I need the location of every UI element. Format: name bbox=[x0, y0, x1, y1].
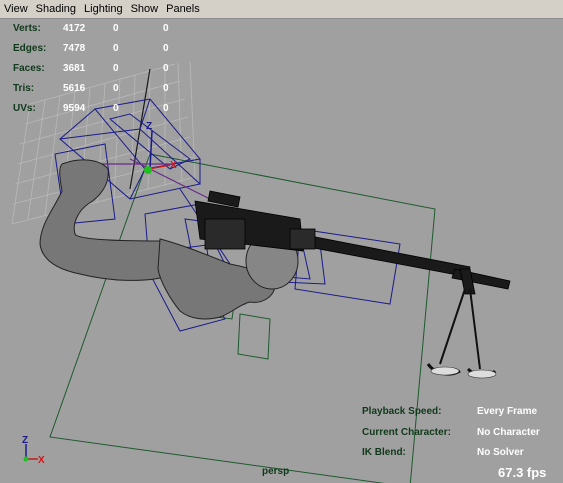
camera-name-label: persp bbox=[262, 466, 290, 477]
hud-tris-row: Tris: 5616 0 0 bbox=[13, 83, 193, 97]
axis-x-label: X bbox=[38, 455, 45, 466]
manip-z-label: Z bbox=[146, 121, 152, 132]
hud-faces-row: Faces: 3681 0 0 bbox=[13, 63, 193, 77]
menu-view[interactable]: View bbox=[0, 0, 32, 18]
hud-uvs-label: UVs: bbox=[13, 103, 36, 114]
axis-z-label: Z bbox=[22, 435, 28, 446]
z-axis-handle bbox=[149, 130, 153, 170]
maya-viewport-panel: View Shading Lighting Show Panels Z X Z … bbox=[0, 0, 563, 483]
hud-current-character-label: Current Character: bbox=[362, 427, 451, 438]
hud-faces-selected: 0 bbox=[113, 63, 119, 74]
hud-edges-label: Edges: bbox=[13, 43, 47, 54]
hud-playback-speed-value: Every Frame bbox=[477, 406, 538, 417]
y-axis-handle bbox=[144, 166, 152, 174]
menu-shading[interactable]: Shading bbox=[32, 0, 80, 18]
bipod-mesh bbox=[426, 288, 497, 378]
fps-counter: 67.3 fps bbox=[498, 465, 547, 480]
hud-verts-extra: 0 bbox=[163, 23, 169, 34]
hud-faces-extra: 0 bbox=[163, 63, 169, 74]
hud-edges-selected: 0 bbox=[113, 43, 119, 54]
hud-playback-speed-label: Playback Speed: bbox=[362, 406, 442, 417]
hud-faces-total: 3681 bbox=[63, 63, 86, 74]
hud-uvs-extra: 0 bbox=[163, 103, 169, 114]
panel-menubar: View Shading Lighting Show Panels bbox=[0, 0, 563, 19]
menu-panels[interactable]: Panels bbox=[162, 0, 204, 18]
hud-edges-row: Edges: 7478 0 0 bbox=[13, 43, 193, 57]
hud-tris-selected: 0 bbox=[113, 83, 119, 94]
hud-verts-label: Verts: bbox=[13, 23, 41, 34]
bipod-feet bbox=[430, 366, 497, 379]
hud-current-character-value: No Character bbox=[477, 427, 540, 438]
menu-show[interactable]: Show bbox=[127, 0, 163, 18]
hud-faces-label: Faces: bbox=[13, 63, 45, 74]
hud-tris-extra: 0 bbox=[163, 83, 169, 94]
hud-ik-blend-value: No Solver bbox=[477, 447, 524, 458]
menu-lighting[interactable]: Lighting bbox=[80, 0, 127, 18]
hud-verts-selected: 0 bbox=[113, 23, 119, 34]
hud-verts-row: Verts: 4172 0 0 bbox=[13, 23, 193, 37]
hud-tris-label: Tris: bbox=[13, 83, 35, 94]
hud-edges-total: 7478 bbox=[63, 43, 86, 54]
hud-ik-blend: IK Blend: No Solver bbox=[362, 447, 562, 461]
hud-uvs-total: 9594 bbox=[63, 103, 86, 114]
hud-edges-extra: 0 bbox=[163, 43, 169, 54]
hud-tris-total: 5616 bbox=[63, 83, 86, 94]
hud-uvs-row: UVs: 9594 0 0 bbox=[13, 103, 193, 117]
hud-playback-speed: Playback Speed: Every Frame bbox=[362, 406, 562, 420]
view-axis-indicator: Z X bbox=[22, 435, 45, 466]
hud-current-character: Current Character: No Character bbox=[362, 427, 562, 441]
hud-verts-total: 4172 bbox=[63, 23, 86, 34]
3d-viewport[interactable]: Z X Z X Verts: 4172 0 0 Edges: 7478 0 0 bbox=[0, 19, 563, 483]
hud-ik-blend-label: IK Blend: bbox=[362, 447, 406, 458]
hud-uvs-selected: 0 bbox=[113, 103, 119, 114]
manip-x-label: X bbox=[170, 160, 177, 171]
